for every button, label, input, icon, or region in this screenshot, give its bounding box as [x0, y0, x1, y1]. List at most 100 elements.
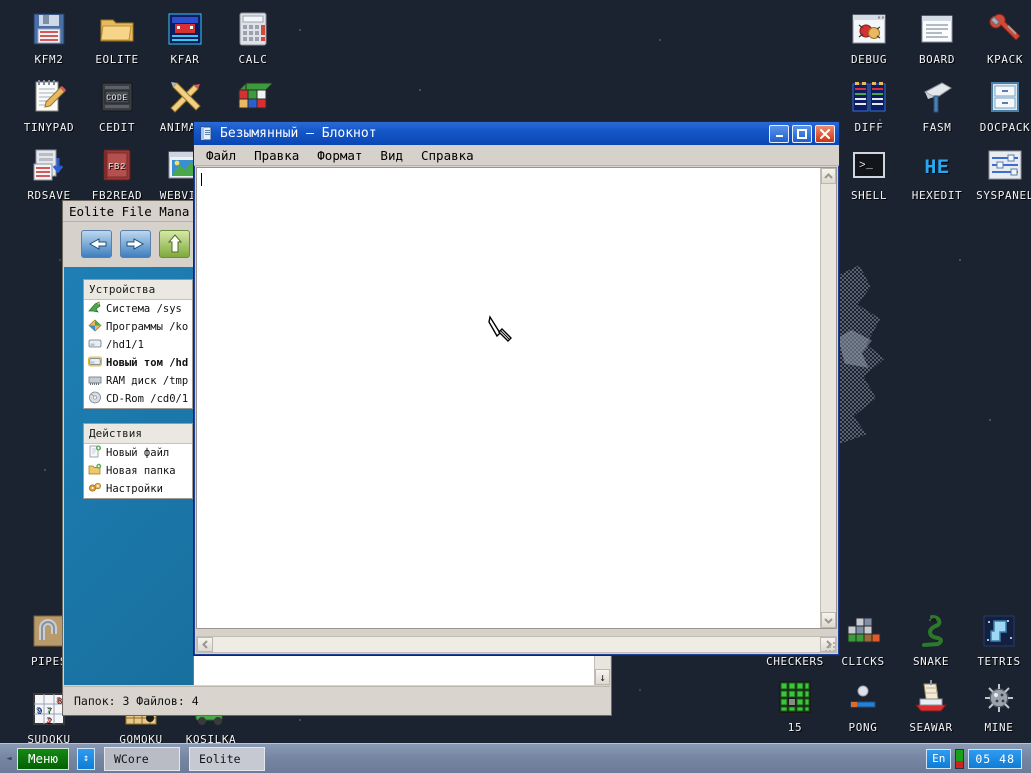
taskbar-collapse-handle[interactable]: ◄ [4, 749, 14, 769]
pencil-ruler-icon [166, 78, 204, 116]
forward-button[interactable] [120, 230, 151, 258]
window-stack-button[interactable]: ↕ [77, 747, 95, 770]
new-folder-icon [88, 463, 102, 479]
language-indicator[interactable]: En [926, 748, 952, 769]
device-label: CD-Rom /cd0/1 [106, 393, 189, 405]
desktop-icon-label: MINE [984, 721, 1014, 734]
device-item-3[interactable]: Новый том /hd [84, 354, 192, 372]
eolite-sidebar: Устройства Система /sys Программы /ko /hd… [64, 267, 193, 685]
notepad-document-icon [199, 126, 214, 141]
start-menu-button[interactable]: Меню [17, 747, 69, 770]
scroll-left-button[interactable] [197, 637, 213, 652]
desktop: KFM2 EOLITE KFAR CALC TINYPAD CODE CEDIT ANIMAG… [0, 0, 1031, 773]
notepad-vertical-scrollbar[interactable] [820, 168, 836, 628]
desktop-icon-label: TETRIS [977, 655, 1021, 668]
device-label: Новый том /hd [106, 357, 189, 369]
scroll-down-button[interactable]: ↓ [595, 669, 610, 685]
desktop-icon-mine[interactable]: MINE [956, 678, 1031, 734]
terminal-icon: >_ [850, 146, 888, 184]
desktop-icon-kpack[interactable]: KPACK [962, 10, 1031, 66]
window-controls [769, 124, 839, 143]
hammer-icon [918, 78, 956, 116]
device-item-1[interactable]: Программы /ko [84, 318, 192, 336]
menu-item-2[interactable]: Формат [317, 148, 362, 163]
scroll-up-button[interactable] [821, 168, 836, 184]
desktop-icon-tetris[interactable]: TETRIS [956, 612, 1031, 668]
notepad-pencil-icon [30, 78, 68, 116]
fifteen-puzzle-icon [776, 678, 814, 716]
clock[interactable]: 05 48 [968, 748, 1022, 769]
desktop-icon-calc[interactable]: CALC [210, 10, 296, 66]
desktop-icon-label: CALC [238, 53, 268, 66]
action-label: Новый файл [106, 447, 170, 459]
svg-text:HE: HE [924, 157, 949, 180]
resize-grip[interactable] [823, 639, 837, 653]
device-item-2[interactable]: /hd1/1 [84, 336, 192, 354]
desktop-icon-docpack[interactable]: DOCPACK [962, 78, 1031, 134]
actions-header: Действия [84, 424, 192, 444]
kolibri-bird-icon [88, 301, 102, 317]
action-label: Настройки [106, 483, 163, 495]
minimize-button[interactable] [769, 124, 789, 143]
hex-editor-icon: HE [918, 146, 956, 184]
sliders-icon [986, 146, 1024, 184]
desktop-icon-syspanel[interactable]: SYSPANEL [962, 146, 1031, 202]
notepad-horizontal-scrollbar[interactable] [196, 636, 837, 653]
cdrom-icon [88, 391, 102, 407]
drive-active-icon [88, 355, 102, 371]
device-label: /hd1/1 [106, 339, 144, 351]
device-item-5[interactable]: CD-Rom /cd0/1 [84, 390, 192, 408]
notepad-window[interactable]: Безымянный — Блокнот Файл Правка Формат Вид… [193, 121, 840, 656]
cabinet-icon [986, 78, 1024, 116]
battleship-icon [912, 678, 950, 716]
notepad-titlebar[interactable]: Безымянный — Блокнот [194, 122, 839, 145]
action-item-2[interactable]: Настройки [84, 480, 192, 498]
maximize-button[interactable] [792, 124, 812, 143]
new-file-icon [88, 445, 102, 461]
diff-columns-icon [850, 78, 888, 116]
menu-item-3[interactable]: Вид [380, 148, 403, 163]
mouse-cursor [488, 315, 516, 343]
action-list: Новый файл Новая папка Настройки [84, 444, 192, 498]
task-button-eolite[interactable]: Eolite [189, 746, 265, 771]
text-caret [201, 173, 202, 186]
tetris-blocks-icon [844, 612, 882, 650]
up-directory-button[interactable] [159, 230, 190, 258]
mine-icon [980, 678, 1018, 716]
nebula-decoration [830, 265, 885, 445]
device-item-4[interactable]: RAM диск /tmp [84, 372, 192, 390]
notepad-title-text: Безымянный — Блокнот [220, 126, 377, 141]
action-label: Новая папка [106, 465, 176, 477]
file-manager-icon [166, 10, 204, 48]
task-button-wcore[interactable]: WCore [104, 746, 180, 771]
action-item-0[interactable]: Новый файл [84, 444, 192, 462]
action-item-1[interactable]: Новая папка [84, 462, 192, 480]
device-label: RAM диск /tmp [106, 375, 189, 387]
device-item-0[interactable]: Система /sys [84, 300, 192, 318]
drive-icon [88, 337, 102, 353]
svg-text:7: 7 [46, 706, 52, 716]
back-button[interactable] [81, 230, 112, 258]
scroll-down-button[interactable] [821, 612, 836, 628]
svg-text:CODE: CODE [106, 94, 128, 103]
eolite-title-text: Eolite File Mana [69, 203, 190, 219]
system-tray: En 05 48 [926, 748, 1027, 769]
folder-icon [98, 10, 136, 48]
taskbar[interactable]: ◄ Меню ↕ WCore Eolite En 05 48 [0, 743, 1031, 773]
snake-icon [912, 612, 950, 650]
menu-item-4[interactable]: Справка [421, 148, 474, 163]
notepad-menubar: Файл Правка Формат Вид Справка [194, 145, 839, 166]
menu-item-0[interactable]: Файл [206, 148, 236, 163]
device-label: Программы /ko [106, 321, 189, 333]
desktop-icon-label: SYSPANEL [976, 189, 1031, 202]
svg-text:2: 2 [46, 716, 52, 726]
menu-item-1[interactable]: Правка [254, 148, 299, 163]
notepad-text-area[interactable] [197, 168, 820, 628]
svg-text:>_: >_ [859, 160, 873, 172]
actions-panel: Действия Новый файл Новая папка Настройки [83, 423, 193, 499]
rubiks-cube-icon [234, 78, 275, 116]
close-button[interactable] [815, 124, 835, 143]
ramdisk-icon [88, 373, 102, 389]
notepad-body [196, 167, 837, 629]
task-button-list: WCore Eolite [95, 746, 265, 771]
